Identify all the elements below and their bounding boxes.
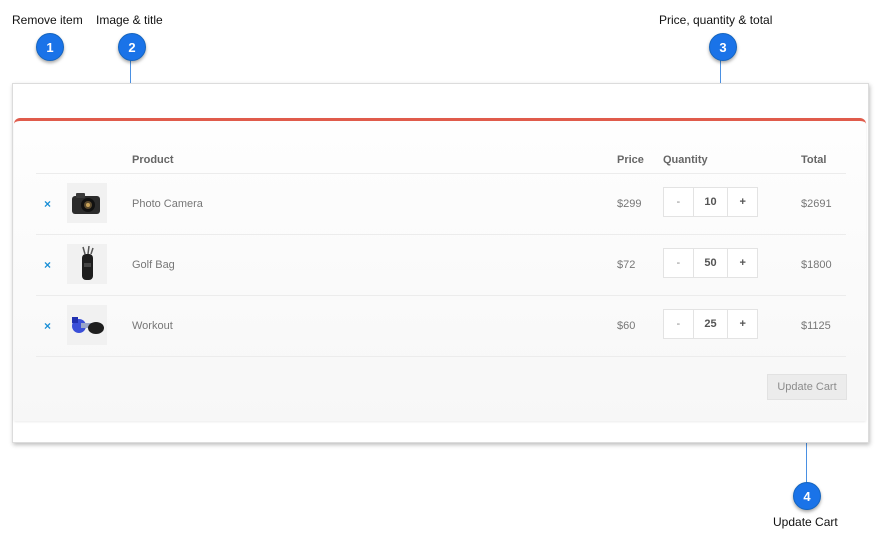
update-cart-button[interactable]: Update Cart [767,374,847,400]
product-price: $72 [617,259,636,271]
callout-label-image-title: Image & title [96,13,163,27]
increment-button[interactable]: + [727,310,757,338]
line-total: $1125 [801,320,831,332]
decrement-button[interactable]: - [664,249,694,277]
camera-icon [72,193,100,214]
quantity-value[interactable]: 10 [694,188,728,216]
quantity-stepper: - 25 + [663,309,758,339]
cart-row: × Workout $60 - 25 + $1125 [36,295,846,357]
header-quantity: Quantity [663,154,708,166]
quantity-value[interactable]: 25 [694,310,728,338]
cart-panel: Product Price Quantity Total × Photo Cam… [14,118,866,421]
callout-label-remove-item: Remove item [12,13,83,27]
callout-badge-3: 3 [709,33,737,61]
quantity-stepper: - 10 + [663,187,758,217]
quantity-value[interactable]: 50 [694,249,728,277]
product-price: $299 [617,198,642,210]
decrement-button[interactable]: - [664,188,694,216]
remove-item-button[interactable]: × [44,197,51,211]
line-total: $1800 [801,259,832,271]
product-name[interactable]: Photo Camera [132,198,203,210]
product-thumbnail[interactable] [67,244,107,284]
header-total: Total [801,154,827,166]
callout-badge-1: 1 [36,33,64,61]
header-product: Product [132,154,174,166]
product-price: $60 [617,320,636,332]
remove-item-button[interactable]: × [44,319,51,333]
cart-screenshot-frame: Product Price Quantity Total × Photo Cam… [12,83,869,443]
table-divider [36,356,846,358]
callout-badge-2: 2 [118,33,146,61]
product-thumbnail[interactable] [67,183,107,223]
product-thumbnail[interactable] [67,305,107,345]
dumbbell-icon [72,317,104,334]
decrement-button[interactable]: - [664,310,694,338]
callout-badge-4: 4 [793,482,821,510]
golf-bag-icon [82,246,94,280]
product-name[interactable]: Workout [132,320,173,332]
remove-item-button[interactable]: × [44,258,51,272]
cart-row: × Golf Bag $72 - 50 + $1800 [36,234,846,296]
cart-row: × Photo Camera $299 - 10 + $2691 [36,173,846,235]
increment-button[interactable]: + [727,249,757,277]
callout-label-update-cart: Update Cart [773,515,838,529]
line-total: $2691 [801,198,832,210]
product-name[interactable]: Golf Bag [132,259,175,271]
callout-label-price-qty-total: Price, quantity & total [659,13,773,27]
header-price: Price [617,154,644,166]
increment-button[interactable]: + [727,188,757,216]
quantity-stepper: - 50 + [663,248,758,278]
